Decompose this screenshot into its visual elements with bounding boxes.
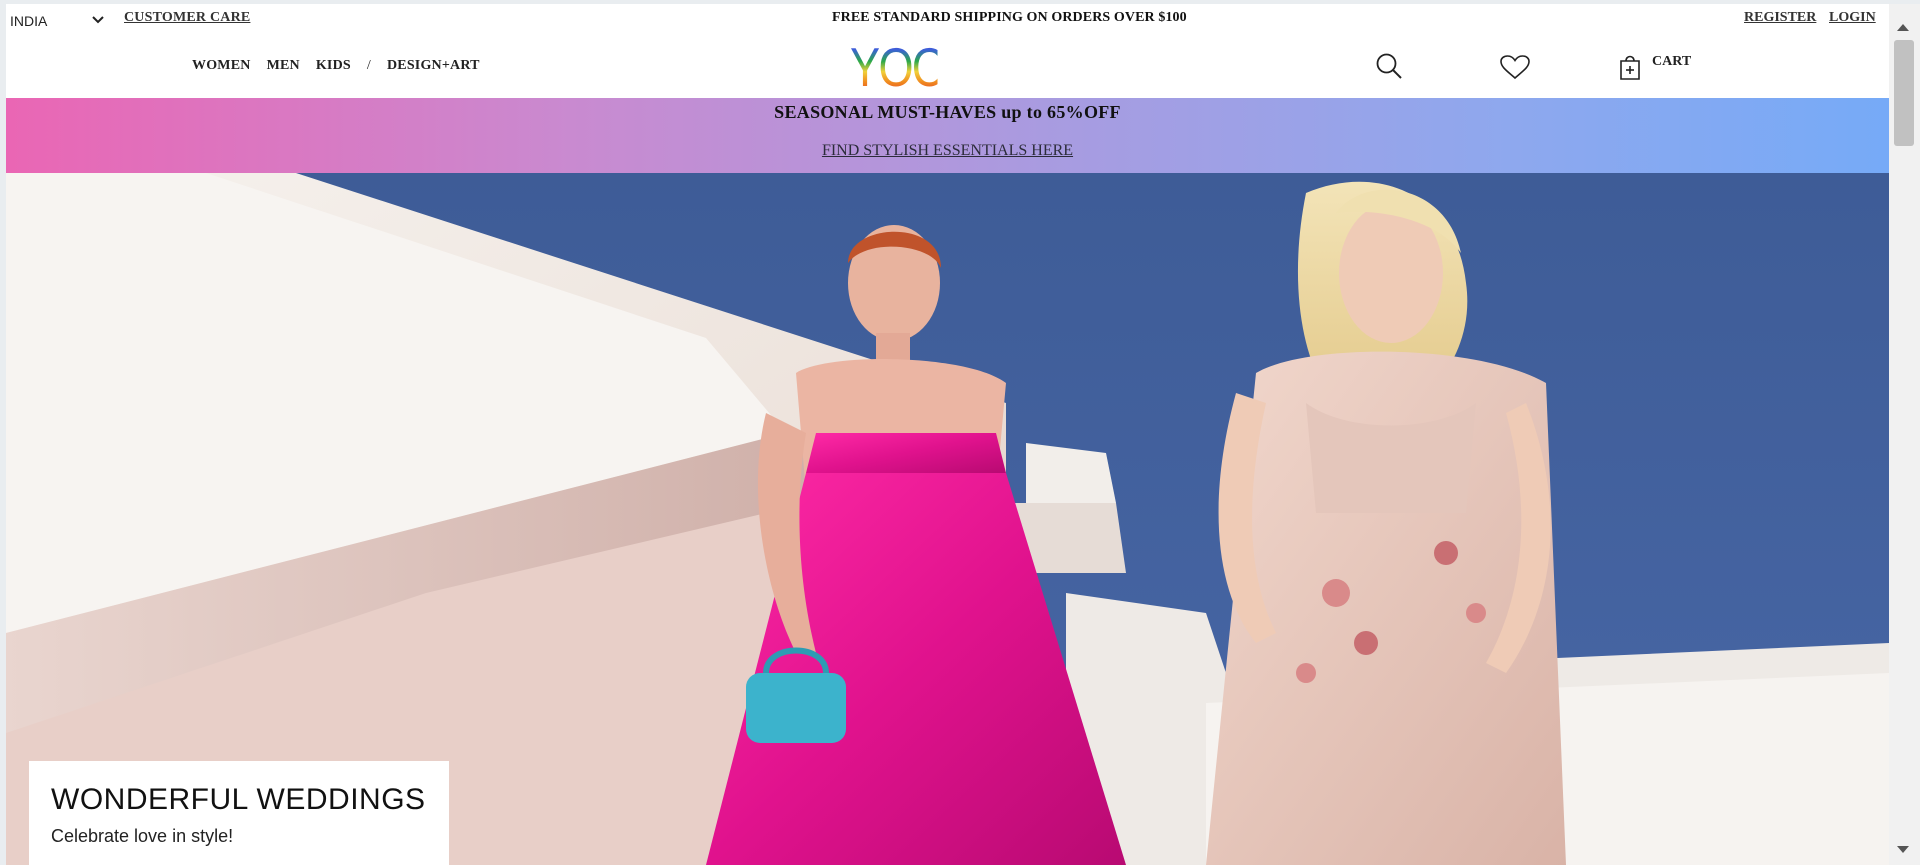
yoox-logo[interactable]: YOOX [850,38,975,96]
chevron-down-icon [91,13,105,30]
nav-item-kids[interactable]: KIDS [316,58,351,74]
promo-banner[interactable]: SEASONAL MUST-HAVES up to 65%OFF FIND ST… [6,98,1889,173]
country-label: INDIA [10,13,48,29]
search-button[interactable] [1373,52,1405,84]
search-icon [1374,51,1404,86]
window-top-edge [0,0,1920,4]
scroll-up-arrow-icon[interactable] [1897,24,1909,31]
customer-care-link[interactable]: CUSTOMER CARE [124,10,250,26]
cart-label: CART [1652,54,1692,69]
hero-subtitle: Celebrate love in style! [51,826,234,846]
nav-item-women[interactable]: WOMEN [192,58,251,74]
country-selector[interactable]: INDIA [10,10,105,32]
page-scrollbar[interactable] [1889,4,1920,865]
scroll-down-arrow-icon[interactable] [1897,846,1909,853]
heart-icon [1499,54,1531,85]
wishlist-button[interactable] [1498,54,1532,84]
cart-button[interactable]: CART [1618,50,1698,86]
promo-link[interactable]: FIND STYLISH ESSENTIALS HERE [6,142,1889,160]
hero-caption-card[interactable]: WONDERFUL WEDDINGS Celebrate love in sty… [29,761,449,865]
register-link[interactable]: REGISTER [1744,10,1816,26]
shopping-bag-icon [1618,51,1642,86]
login-link[interactable]: LOGIN [1829,10,1876,26]
shipping-notice: FREE STANDARD SHIPPING ON ORDERS OVER $1… [832,10,1187,25]
hero-title: WONDERFUL WEDDINGS [51,783,426,816]
nav-separator: / [366,58,371,73]
promo-title: SEASONAL MUST-HAVES up to 65%OFF [774,102,1121,122]
scroll-thumb[interactable] [1894,40,1914,146]
nav-item-design-art[interactable]: DESIGN+ART [387,58,480,74]
main-nav: WOMEN MEN KIDS / DESIGN+ART [192,58,496,74]
nav-item-men[interactable]: MEN [267,58,300,74]
